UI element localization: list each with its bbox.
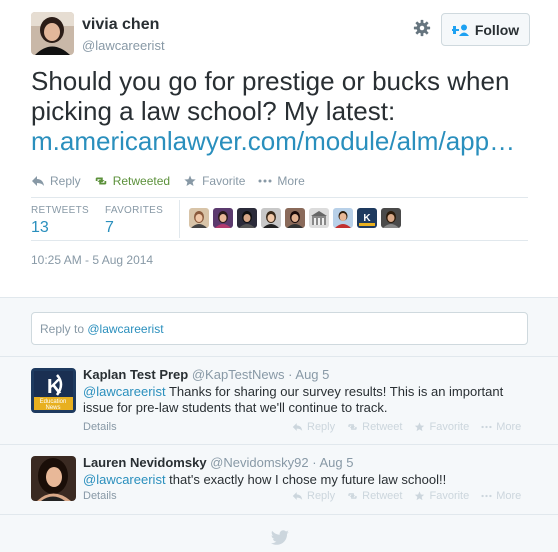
retweets-stat[interactable]: RETWEETS 13 <box>31 205 89 237</box>
faver-avatar[interactable]: K <box>357 208 377 228</box>
more-dots-icon <box>481 494 492 498</box>
reply-avatar[interactable]: K Education News <box>31 368 76 413</box>
reply-header: Kaplan Test Prep @KapTestNews · Aug 5 <box>83 367 329 382</box>
reply-more-action[interactable]: More <box>481 490 521 502</box>
follow-user-icon <box>451 24 469 36</box>
more-dots-icon <box>481 425 492 429</box>
reply-reply-action[interactable]: Reply <box>292 490 335 502</box>
reply-retweet-action[interactable]: Retweet <box>347 490 402 502</box>
reply-retweet-label: Retweet <box>362 421 403 433</box>
favorites-stat[interactable]: FAVORITES 7 <box>105 205 163 237</box>
faver-avatar[interactable] <box>285 208 305 228</box>
reply-text: @lawcareerist Thanks for sharing our sur… <box>83 384 533 416</box>
tweet-text-line: picking a law school? My latest: <box>31 96 396 126</box>
tweet: vivia chen @lawcareerist Follow Should y… <box>0 0 558 297</box>
retweeted-label: Retweeted <box>112 174 171 188</box>
favorite-action[interactable]: Favorite <box>183 174 245 188</box>
tweet-text: Should you go for prestige or bucks when… <box>31 66 531 156</box>
reply-reply-label: Reply <box>307 490 336 502</box>
retweets-label: RETWEETS <box>31 205 89 216</box>
faver-avatar[interactable] <box>213 208 233 228</box>
reply-author-handle[interactable]: @KapTestNews <box>192 367 285 382</box>
svg-text:K: K <box>363 213 371 224</box>
reply-author-name[interactable]: Lauren Nevidomsky <box>83 455 207 470</box>
reply-author-handle[interactable]: @Nevidomsky92 <box>210 455 308 470</box>
reply-text-body: that's exactly how I chose my future law… <box>165 472 447 487</box>
faver-avatar[interactable] <box>189 208 209 228</box>
reply-more-label: More <box>496 490 522 502</box>
star-icon <box>415 491 425 501</box>
faver-avatar[interactable] <box>381 208 401 228</box>
reply-favorite-action[interactable]: Favorite <box>414 421 469 433</box>
retweet-action[interactable]: Retweeted <box>94 174 170 188</box>
reply-text-mention[interactable]: @lawcareerist <box>83 384 166 399</box>
reply-tweet[interactable]: K Education News Kaplan Test Prep @KapTe… <box>0 356 558 436</box>
replies-section: Reply to @lawcareerist K Education News … <box>0 297 558 552</box>
reply-more-action[interactable]: More <box>481 421 521 433</box>
more-label: More <box>277 174 305 188</box>
avatar[interactable] <box>31 12 74 55</box>
reply-avatar[interactable] <box>31 456 76 501</box>
reply-date[interactable]: · Aug 5 <box>312 455 353 470</box>
faver-avatar[interactable] <box>261 208 281 228</box>
reply-author-name[interactable]: Kaplan Test Prep <box>83 367 188 382</box>
tweet-text-line: Should you go for prestige or bucks when <box>31 66 510 96</box>
reply-details-link[interactable]: Details <box>83 421 117 433</box>
divider <box>31 240 528 241</box>
follow-label: Follow <box>474 21 520 38</box>
reply-prefix: Reply to <box>40 322 88 336</box>
reply-actions: Reply Retweet Favorite More <box>292 490 521 502</box>
retweet-icon <box>348 424 357 430</box>
divider <box>31 197 528 198</box>
user-fullname[interactable]: vivia chen <box>82 16 159 34</box>
reply-text-mention[interactable]: @lawcareerist <box>83 472 166 487</box>
kaplan-logo-text: News <box>45 405 60 411</box>
reply-details-link[interactable]: Details <box>83 490 117 502</box>
reply-reply-label: Reply <box>307 421 336 433</box>
star-icon <box>184 175 196 186</box>
star-icon <box>415 422 425 432</box>
reply-retweet-action[interactable]: Retweet <box>347 421 402 433</box>
divider <box>0 514 558 515</box>
faver-avatar[interactable] <box>309 208 329 228</box>
favorites-label: FAVORITES <box>105 205 164 216</box>
reply-tweet[interactable]: Lauren Nevidomsky @Nevidomsky92 · Aug 5 … <box>0 444 558 514</box>
reply-favorite-label: Favorite <box>429 421 470 433</box>
reply-date[interactable]: · Aug 5 <box>288 367 329 382</box>
reply-actions: Reply Retweet Favorite More <box>292 421 521 433</box>
reply-icon <box>292 492 303 500</box>
reply-text: @lawcareerist that's exactly how I chose… <box>83 472 533 488</box>
retweet-icon <box>348 493 357 499</box>
reply-icon <box>32 176 44 186</box>
reply-reply-action[interactable]: Reply <box>292 421 335 433</box>
reply-favorite-label: Favorite <box>429 490 470 502</box>
reply-icon <box>292 423 303 431</box>
retweets-count: 13 <box>31 219 49 236</box>
reply-action[interactable]: Reply <box>31 174 81 188</box>
reply-more-label: More <box>496 421 522 433</box>
reply-mention: @lawcareerist <box>87 322 164 336</box>
reply-header: Lauren Nevidomsky @Nevidomsky92 · Aug 5 <box>83 455 353 470</box>
reply-input[interactable]: Reply to @lawcareerist <box>31 312 528 345</box>
reply-label: Reply <box>50 174 81 188</box>
tweet-timestamp[interactable]: 10:25 AM - 5 Aug 2014 <box>31 253 153 267</box>
tweet-link[interactable]: m.americanlawyer.com/module/alm/app… <box>31 126 531 156</box>
favorite-label: Favorite <box>202 174 246 188</box>
divider <box>179 200 180 238</box>
more-action[interactable]: More <box>258 174 305 188</box>
follow-button[interactable]: Follow <box>441 13 530 46</box>
favoriters-list: K <box>189 208 401 228</box>
reply-retweet-label: Retweet <box>362 490 403 502</box>
user-handle[interactable]: @lawcareerist <box>82 38 165 53</box>
retweet-icon <box>95 177 106 185</box>
favorites-count: 7 <box>105 219 114 236</box>
twitter-bird-icon <box>270 530 290 546</box>
reply-favorite-action[interactable]: Favorite <box>414 490 469 502</box>
gear-icon[interactable] <box>413 19 431 37</box>
tweet-actions: Reply Retweeted Favorite More <box>31 174 318 188</box>
faver-avatar[interactable] <box>333 208 353 228</box>
faver-avatar[interactable] <box>237 208 257 228</box>
more-dots-icon <box>258 179 272 183</box>
